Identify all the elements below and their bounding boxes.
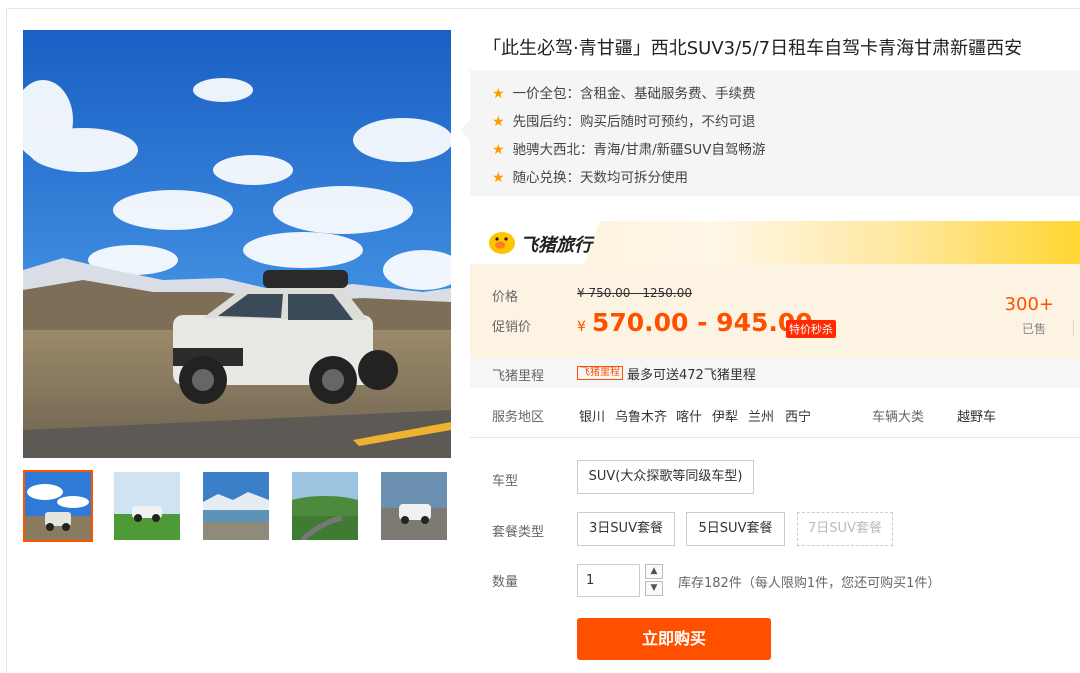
feature-item: ★ 随心兑换：天数均可拆分使用	[492, 166, 688, 186]
mileage-text: 最多可送472飞猪里程	[627, 368, 756, 383]
promo-price-value: 570.00 - 945.00	[591, 308, 813, 337]
chevron-down-icon[interactable]: ▼	[645, 581, 663, 596]
car-type-option[interactable]: SUV(大众探歌等同级车型)	[577, 460, 754, 494]
thumbnail-2[interactable]	[112, 470, 182, 542]
mileage-label: 飞猪里程	[492, 369, 545, 384]
thumbnail-1[interactable]	[23, 470, 93, 542]
currency-symbol: ¥	[577, 319, 586, 335]
star-icon: ★	[492, 114, 505, 130]
feature-text: 随心兑换：天数均可拆分使用	[512, 170, 689, 186]
mileage-badge: 飞猪里程	[577, 366, 623, 380]
city-item: 伊犁	[712, 410, 739, 425]
city-item: 西宁	[785, 410, 812, 425]
promo-price-label: 促销价	[492, 320, 532, 335]
car-type-label: 车型	[492, 474, 519, 489]
city-item: 银川	[579, 410, 606, 425]
sold-label: 已售	[1021, 322, 1046, 336]
package-type-label: 套餐类型	[492, 525, 545, 540]
thumbnail-3[interactable]	[201, 470, 271, 542]
feature-item: ★ 驰骋大西北：青海/甘肃/新疆SUV自驾畅游	[492, 138, 765, 158]
fliggy-pig-icon	[489, 232, 515, 254]
mileage-row: 飞猪里程 飞猪里程 最多可送472飞猪里程	[470, 358, 1080, 388]
sold-count: 300+	[1004, 294, 1054, 315]
service-area-label: 服务地区	[492, 410, 545, 425]
price-label: 价格	[492, 290, 519, 305]
vehicle-category-label: 车辆大类	[872, 410, 925, 425]
price-box: 价格 ¥ 750.00 - 1250.00 促销价 ¥570.00 - 945.…	[470, 264, 1080, 358]
product-title: 「此生必驾·青甘疆」西北SUV3/5/7日租车自驾卡青海甘肃新疆西安	[483, 38, 1023, 59]
feature-item: ★ 先囤后约：购买后随时可预约，不约可退	[492, 110, 756, 130]
quantity-input[interactable]: 1	[577, 564, 640, 597]
package-option-3day[interactable]: 3日SUV套餐	[577, 512, 675, 546]
stock-text: 库存182件（每人限购1件，您还可购买1件）	[678, 576, 941, 591]
feature-item: ★ 一价全包：含租金、基础服务费、手续费	[492, 82, 756, 102]
brand-bar: 飞猪旅行	[470, 221, 1080, 264]
thumbnail-4[interactable]	[290, 470, 360, 542]
thumbnail-5[interactable]	[379, 470, 449, 542]
chevron-up-icon[interactable]: ▲	[645, 564, 663, 579]
city-item: 喀什	[676, 410, 703, 425]
service-area-row: 服务地区 银川 乌鲁木齐 喀什 伊犁 兰州 西宁 车辆大类 越野车	[470, 388, 1080, 438]
promo-tag-badge: 特价秒杀	[786, 320, 836, 338]
divider	[1073, 320, 1074, 336]
quantity-label: 数量	[492, 575, 519, 590]
star-icon: ★	[492, 142, 505, 158]
brand-name: 飞猪旅行	[520, 235, 592, 256]
feature-text: 一价全包：含租金、基础服务费、手续费	[512, 86, 756, 102]
original-price: ¥ 750.00 - 1250.00	[577, 286, 693, 300]
feature-list: ★ 一价全包：含租金、基础服务费、手续费 ★ 先囤后约：购买后随时可预约，不约可退 …	[460, 70, 1080, 196]
promo-price: ¥570.00 - 945.00	[577, 308, 813, 337]
city-item: 乌鲁木齐	[615, 410, 668, 425]
package-option-7day: 7日SUV套餐	[797, 512, 893, 546]
package-option-5day[interactable]: 5日SUV套餐	[686, 512, 785, 546]
buy-now-button[interactable]: 立即购买	[577, 618, 771, 660]
vehicle-category-value: 越野车	[957, 410, 997, 425]
star-icon: ★	[492, 170, 505, 186]
city-item: 兰州	[748, 410, 775, 425]
star-icon: ★	[492, 86, 505, 102]
feature-text: 驰骋大西北：青海/甘肃/新疆SUV自驾畅游	[512, 142, 766, 158]
main-product-image	[23, 30, 451, 458]
feature-text: 先囤后约：购买后随时可预约，不约可退	[512, 114, 756, 130]
